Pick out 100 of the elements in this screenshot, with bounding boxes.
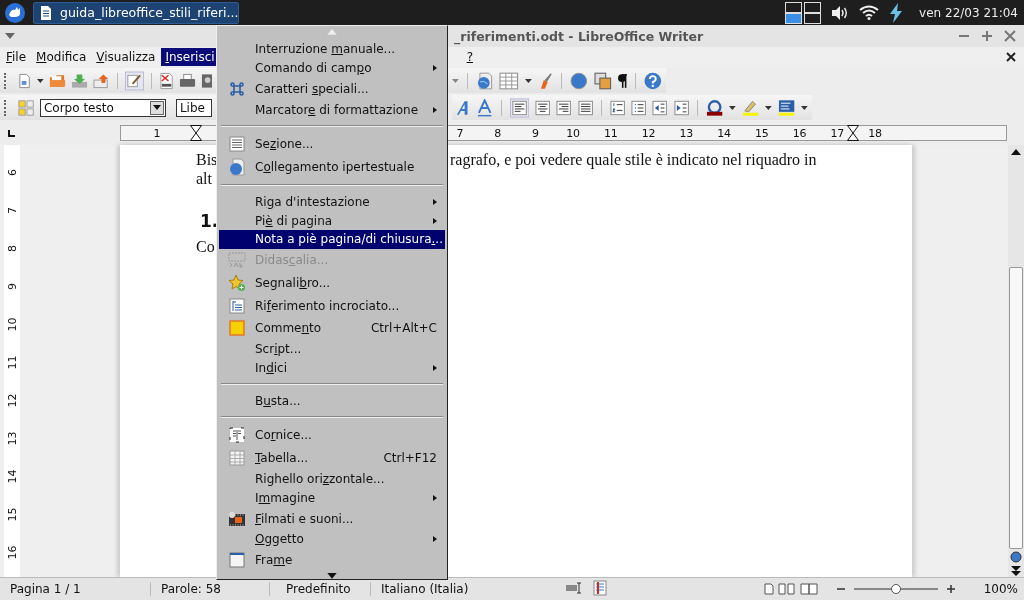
new-document-icon[interactable] — [16, 72, 32, 89]
caret-icon[interactable] — [525, 78, 532, 83]
gallery-icon[interactable] — [594, 71, 612, 90]
bullet-list-icon[interactable] — [631, 99, 647, 116]
numbered-list-icon[interactable] — [609, 99, 626, 116]
ruler-number: 9 — [531, 126, 539, 140]
help-icon[interactable] — [644, 71, 662, 90]
two-page-view-icon[interactable] — [777, 583, 796, 595]
menu-item[interactable]: Collegamento ipertestuale — [219, 155, 445, 179]
menu-bar-item[interactable]: File — [2, 48, 31, 66]
menu-bar-item[interactable]: Visualizza — [92, 48, 160, 66]
menu-item[interactable]: Segnalibro... — [219, 271, 445, 295]
shortcut-text: Ctrl+F12 — [383, 451, 437, 466]
menu-item[interactable]: Riferimento incrociato... — [219, 294, 445, 317]
menu-item[interactable]: Oggetto — [219, 529, 445, 549]
slider-thumb[interactable] — [890, 584, 901, 594]
tab-stop-icon[interactable] — [8, 129, 15, 137]
menu-bar-item[interactable]: ? — [462, 48, 477, 66]
highlighter-icon[interactable] — [742, 98, 760, 117]
window-icon — [229, 552, 245, 569]
clock-text[interactable]: ven 22/03 21:04 — [919, 5, 1018, 20]
close-document-icon[interactable] — [1006, 52, 1016, 62]
document-signature-icon[interactable] — [593, 579, 607, 596]
ruler-number: 10 — [4, 316, 20, 333]
page-style-text[interactable]: Predefinito — [274, 582, 366, 596]
menu-item[interactable]: Filmati e suoni... — [219, 507, 445, 530]
close-icon[interactable] — [1004, 30, 1016, 42]
volume-icon[interactable] — [831, 4, 850, 21]
scroll-up-icon[interactable] — [1010, 147, 1022, 157]
menu-item[interactable]: Tabella... Ctrl+F12 — [219, 446, 445, 470]
document-text: 1. — [200, 211, 219, 231]
edit-pencil-icon[interactable] — [124, 70, 144, 91]
menu-item[interactable]: Commento Ctrl+Alt+C — [219, 316, 445, 340]
wifi-icon[interactable] — [859, 5, 880, 20]
menu-item[interactable]: Cornice... — [219, 424, 445, 447]
ruler-number: 13 — [679, 126, 694, 140]
menu-item[interactable]: Script... — [219, 339, 445, 359]
table-icon — [229, 450, 245, 467]
paragraph-background-icon[interactable] — [778, 98, 796, 117]
document-text: alt — [196, 170, 212, 187]
menu-item[interactable]: Indici — [219, 358, 445, 378]
taskbar-button[interactable]: guida_libreoffice_stili_riferi... — [33, 1, 239, 24]
language-text[interactable]: Italiano (Italia) — [370, 582, 501, 596]
ruler-number: 6 — [4, 167, 20, 178]
maximize-icon[interactable] — [981, 30, 993, 42]
font-color-icon[interactable] — [706, 98, 724, 117]
caret-icon[interactable] — [729, 105, 737, 110]
power-icon[interactable] — [889, 2, 904, 23]
indent-marker-icon[interactable] — [847, 125, 859, 141]
book-view-icon[interactable] — [799, 583, 818, 595]
paragraph-style-combo[interactable]: Corpo testo — [39, 98, 166, 117]
caret-icon[interactable] — [765, 105, 773, 110]
scroll-down-arrow-icon[interactable] — [327, 573, 337, 580]
insert-mode-icon[interactable] — [565, 581, 583, 594]
menu-item[interactable]: Riga d'intestazione — [219, 192, 445, 212]
menu-item[interactable]: Interruzione manuale... — [219, 39, 445, 59]
menu-item[interactable]: Comando di campo — [219, 58, 445, 78]
decrease-indent-icon[interactable] — [652, 99, 668, 116]
vertical-scrollbar[interactable] — [1008, 145, 1024, 577]
document-text: Co — [196, 238, 215, 255]
menu-item[interactable]: Busta... — [219, 391, 445, 411]
menu-item[interactable]: Nota a piè pagina/di chiusura... — [219, 230, 445, 249]
zoom-in-icon[interactable] — [945, 584, 956, 594]
document-text: ragrafo, e poi vedere quale stile è indicato nel riquadro in — [450, 150, 817, 169]
document-text: Bis — [196, 151, 218, 168]
menu-bar-item[interactable]: Inserisci — [161, 48, 219, 66]
single-page-view-icon[interactable] — [763, 583, 774, 595]
printer-icon[interactable] — [178, 72, 196, 89]
vertical-ruler[interactable]: 6 7 8 9 10 11 12 13 14 15 16 — [4, 145, 20, 577]
increase-indent-icon[interactable] — [673, 99, 690, 116]
menu-item[interactable]: Righello orizzontale... — [219, 469, 445, 489]
font-name-field[interactable]: Libe — [175, 98, 212, 117]
pdf-icon[interactable] — [158, 71, 174, 90]
menu-item[interactable]: Marcatore di formattazione — [219, 100, 445, 119]
menu-item[interactable]: Immagine — [219, 488, 445, 508]
caret-icon[interactable] — [37, 78, 44, 83]
shortcut-text: Ctrl+Alt+C — [370, 321, 437, 336]
ruler-number: 15 — [4, 506, 20, 523]
indent-marker-icon[interactable] — [190, 125, 202, 141]
align-center-icon[interactable] — [534, 99, 551, 116]
align-right-icon[interactable] — [556, 99, 572, 116]
menu-item[interactable]: Caratteri speciali... — [219, 77, 445, 101]
menu-item[interactable]: Piè di pagina — [219, 211, 445, 230]
workspace-switcher-icon[interactable] — [785, 1, 822, 24]
hyperlink-icon[interactable] — [475, 71, 494, 90]
scrollbar-thumb[interactable] — [1009, 267, 1023, 549]
align-left-icon[interactable] — [509, 97, 529, 118]
formatting-marks-icon[interactable] — [617, 72, 628, 89]
table-icon[interactable] — [499, 71, 519, 90]
zoom-percent-text[interactable]: 100% — [983, 582, 1018, 596]
outline-text-icon[interactable] — [477, 98, 493, 117]
window-menu-icon[interactable] — [5, 33, 15, 39]
ruler-number: 9 — [4, 281, 20, 292]
menu-bar-item[interactable]: Modifica — [32, 48, 91, 66]
mouse-logo-icon[interactable] — [5, 2, 25, 23]
caret-icon[interactable] — [801, 105, 808, 110]
justify-icon[interactable] — [577, 99, 593, 116]
ruler-number: 12 — [641, 126, 656, 140]
menu-item[interactable]: Frame — [219, 548, 445, 572]
envelope-upload-icon[interactable] — [92, 72, 110, 89]
